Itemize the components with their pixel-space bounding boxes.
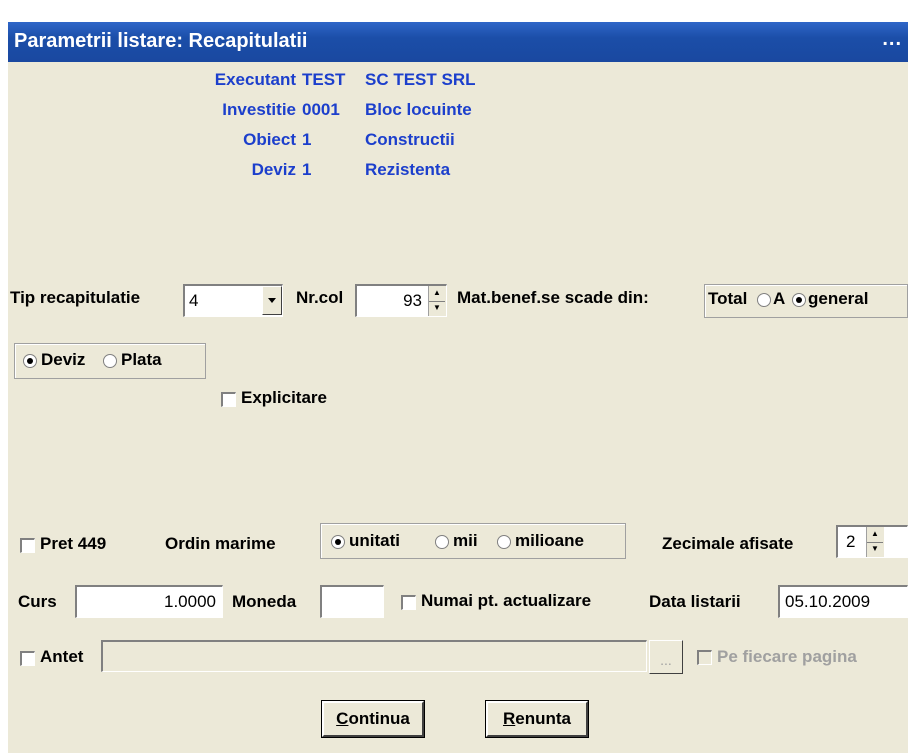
curs-input[interactable]: 1.0000 — [75, 585, 223, 618]
antet-browse-button[interactable]: ... — [649, 640, 683, 674]
unitati-label: unitati — [349, 531, 400, 550]
dropdown-button[interactable] — [262, 286, 282, 315]
deviz-option-label: Deviz — [41, 350, 86, 369]
deviz-label: Deviz — [251, 160, 296, 179]
executant-value: SC TEST SRL — [365, 70, 476, 89]
tip-recapitulatie-select[interactable]: 4 — [183, 284, 283, 317]
renunta-label: enunta — [515, 709, 571, 728]
investitie-code: 0001 — [302, 100, 340, 119]
executant-code: TEST — [302, 70, 346, 89]
radio-unitati[interactable] — [331, 535, 345, 549]
data-listarii-label: Data listarii — [649, 592, 741, 611]
nr-col-spinner[interactable]: ▲ ▼ — [428, 286, 446, 316]
ordin-marime-label: Ordin marime — [165, 534, 276, 553]
zecimale-input[interactable]: 2 ▲ ▼ — [836, 525, 908, 558]
continua-button[interactable]: Continua — [321, 700, 425, 738]
ordin-marime-group: unitati mii milioane — [320, 523, 626, 559]
mat-benef-radio-a[interactable] — [757, 293, 771, 307]
executant-label: Executant — [214, 70, 296, 89]
spin-down-icon[interactable]: ▼ — [429, 301, 445, 316]
pret-checkbox[interactable] — [20, 538, 35, 553]
pe-fiecare-pagina-checkbox[interactable] — [697, 650, 712, 665]
deviz-value: Rezistenta — [365, 160, 451, 179]
radio-plata[interactable] — [103, 354, 117, 368]
obiect-label: Obiect — [243, 130, 296, 149]
zecimale-label: Zecimale afisate — [662, 534, 794, 553]
title-bar[interactable]: Parametrii listare: Recapitulatii ... — [8, 22, 908, 62]
continua-label: ontinua — [348, 709, 410, 728]
chevron-down-icon — [268, 298, 276, 303]
dialog-window: Parametrii listare: Recapitulatii ... Ex… — [8, 22, 908, 753]
plata-option-label: Plata — [121, 350, 162, 369]
explicitare-label: Explicitare — [241, 388, 327, 407]
mat-benef-radio-general[interactable] — [792, 293, 806, 307]
continua-accel: C — [336, 709, 349, 728]
radio-mii[interactable] — [435, 535, 449, 549]
data-listarii-input[interactable]: 05.10.2009 — [778, 585, 908, 618]
investitie-value: Bloc locuinte — [365, 100, 472, 119]
nr-col-value: 93 — [403, 291, 422, 310]
nr-col-label: Nr.col — [296, 288, 344, 307]
radio-deviz[interactable] — [23, 354, 37, 368]
zecimale-spinner[interactable]: ▲ ▼ — [866, 527, 884, 557]
curs-value: 1.0000 — [164, 592, 216, 611]
deviz-code: 1 — [302, 160, 312, 179]
antet-input[interactable] — [101, 640, 647, 672]
mat-benef-label: Mat.benef.se scade din: — [457, 288, 649, 307]
mat-benef-a-label: A — [773, 289, 786, 308]
spin-up-icon[interactable]: ▲ — [429, 286, 445, 302]
mat-benef-group: Total A general — [704, 284, 908, 318]
radio-milioane[interactable] — [497, 535, 511, 549]
nr-col-input[interactable]: 93 ▲ ▼ — [355, 284, 447, 317]
investitie-label: Investitie — [222, 100, 296, 119]
milioane-label: milioane — [515, 531, 584, 550]
pe-fiecare-pagina-label: Pe fiecare pagina — [717, 647, 857, 666]
tip-recapitulatie-value: 4 — [189, 291, 199, 310]
mat-benef-total-label: Total — [708, 289, 748, 308]
antet-label: Antet — [40, 647, 84, 666]
obiect-code: 1 — [302, 130, 312, 149]
moneda-input[interactable] — [320, 585, 384, 618]
tip-recapitulatie-label: Tip recapitulatie — [10, 288, 141, 307]
data-listarii-value: 05.10.2009 — [785, 592, 871, 611]
title-dots: ... — [882, 28, 902, 50]
antet-checkbox[interactable] — [20, 651, 35, 666]
spin-up-icon[interactable]: ▲ — [867, 527, 883, 543]
curs-label: Curs — [18, 592, 57, 611]
zecimale-value: 2 — [846, 532, 856, 551]
obiect-value: Constructii — [365, 130, 455, 149]
explicitare-checkbox[interactable] — [221, 392, 236, 407]
pret-label: Pret 449 — [40, 534, 107, 553]
window-title: Parametrii listare: Recapitulatii — [14, 30, 308, 52]
numai-actualizare-checkbox[interactable] — [401, 595, 416, 610]
mii-label: mii — [453, 531, 478, 550]
numai-actualizare-label: Numai pt. actualizare — [421, 591, 592, 610]
renunta-button[interactable]: Renunta — [485, 700, 589, 738]
deviz-plata-group: Deviz Plata — [14, 343, 206, 379]
renunta-accel: R — [502, 709, 516, 728]
moneda-label: Moneda — [232, 592, 297, 611]
browse-dots: ... — [660, 652, 672, 668]
spin-down-icon[interactable]: ▼ — [867, 542, 883, 557]
mat-benef-general-label: general — [808, 289, 869, 308]
